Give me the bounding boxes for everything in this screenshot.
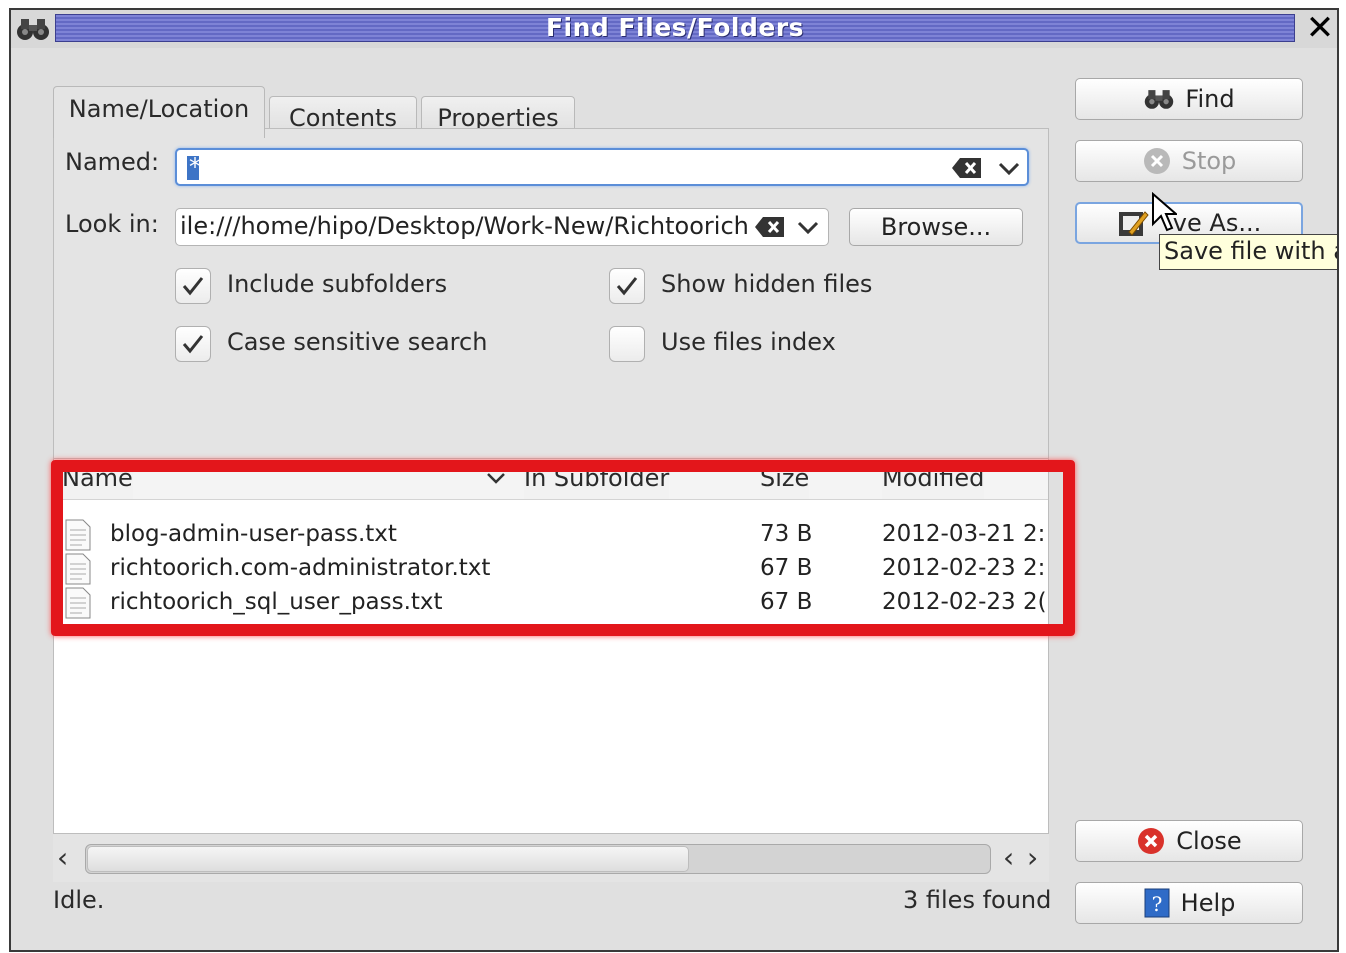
cell-modified: 2012-03-21 2:: [882, 521, 1046, 547]
cell-name: richtoorich.com-administrator.txt: [110, 555, 491, 581]
show-hidden-checkbox[interactable]: [609, 268, 645, 304]
scroll-right-arrow[interactable]: ›: [1027, 840, 1038, 876]
help-button[interactable]: ? Help: [1075, 882, 1303, 924]
checkmark-icon: [616, 277, 638, 296]
results-list[interactable]: Name In Subfolder Size Modified blog-adm…: [53, 458, 1049, 834]
column-header-name[interactable]: Name: [62, 459, 133, 499]
case-sensitive-label: Case sensitive search: [227, 328, 488, 356]
svg-text:?: ?: [1151, 892, 1162, 916]
chevron-down-icon[interactable]: [997, 158, 1021, 178]
save-as-icon: [1118, 211, 1149, 236]
include-subfolders-label: Include subfolders: [227, 270, 448, 298]
title-bar[interactable]: Find Files/Folders ✕: [11, 10, 1337, 48]
binoculars-icon: [1145, 90, 1174, 109]
scrollbar-track[interactable]: [85, 844, 991, 874]
sort-chevron-icon[interactable]: [486, 469, 506, 487]
clear-text-icon[interactable]: [951, 157, 983, 179]
checkmark-icon: [182, 335, 204, 354]
window-close-icon[interactable]: ✕: [1303, 10, 1337, 46]
cell-size: 67 B: [760, 555, 813, 581]
tab-label: Name/Location: [68, 95, 250, 123]
column-header-modified[interactable]: Modified: [882, 459, 985, 499]
binoculars-icon[interactable]: [15, 16, 51, 42]
close-button[interactable]: Close: [1075, 820, 1303, 862]
text-file-icon: [65, 587, 91, 619]
browse-label: Browse...: [880, 213, 992, 241]
save-as-label: ve As...: [1172, 209, 1262, 237]
cell-size: 73 B: [760, 521, 813, 547]
cell-size: 67 B: [760, 589, 813, 615]
close-label: Close: [1176, 827, 1242, 855]
stop-icon: [1143, 148, 1170, 174]
column-header-size[interactable]: Size: [760, 459, 810, 499]
status-left: Idle.: [53, 886, 105, 914]
clear-text-icon[interactable]: [754, 216, 786, 238]
scrollbar-thumb[interactable]: [87, 846, 689, 872]
tab-name-location[interactable]: Name/Location: [53, 86, 265, 138]
save-as-tooltip: Save file with a: [1159, 234, 1337, 270]
named-input[interactable]: *: [175, 148, 1029, 186]
include-subfolders-checkbox[interactable]: [175, 268, 211, 304]
named-value: *: [189, 153, 201, 181]
browse-button[interactable]: Browse...: [849, 208, 1023, 246]
look-in-label: Look in:: [65, 210, 159, 238]
find-button[interactable]: Find: [1075, 78, 1303, 120]
cell-modified: 2012-02-23 2(: [882, 589, 1047, 615]
use-index-label: Use files index: [661, 328, 836, 356]
text-file-icon: [65, 519, 91, 551]
window-title: Find Files/Folders: [545, 13, 805, 42]
close-circle-icon: [1138, 828, 1165, 854]
table-row[interactable]: blog-admin-user-pass.txt 73 B 2012-03-21…: [54, 517, 1048, 551]
help-label: Help: [1180, 889, 1236, 917]
column-header-subfolder[interactable]: In Subfolder: [524, 459, 670, 499]
table-row[interactable]: richtoorich.com-administrator.txt 67 B 2…: [54, 551, 1048, 585]
look-in-combobox[interactable]: ile:///home/hipo/Desktop/Work-New/Richto…: [175, 208, 829, 246]
named-label: Named:: [65, 148, 160, 176]
text-file-icon: [65, 553, 91, 585]
checkmark-icon: [182, 277, 204, 296]
cell-name: richtoorich_sql_user_pass.txt: [110, 589, 443, 615]
scroll-left-arrow-2[interactable]: ‹: [1003, 840, 1014, 876]
help-book-icon: ?: [1144, 888, 1170, 918]
look-in-value: ile:///home/hipo/Desktop/Work-New/Richto…: [180, 212, 749, 240]
stop-label: Stop: [1181, 147, 1237, 175]
scroll-left-arrow[interactable]: ‹: [57, 840, 68, 876]
use-index-checkbox[interactable]: [609, 326, 645, 362]
status-files-found: 3 files found: [903, 886, 1052, 914]
find-files-dialog: Find Files/Folders ✕ Name/Location Conte…: [9, 8, 1339, 952]
mouse-pointer-icon: [1152, 192, 1177, 232]
cell-name: blog-admin-user-pass.txt: [110, 521, 397, 547]
title-stripe: Find Files/Folders: [55, 14, 1295, 42]
case-sensitive-checkbox[interactable]: [175, 326, 211, 362]
show-hidden-label: Show hidden files: [661, 270, 873, 298]
cell-modified: 2012-02-23 2:: [882, 555, 1046, 581]
find-label: Find: [1185, 85, 1235, 113]
table-row[interactable]: richtoorich_sql_user_pass.txt 67 B 2012-…: [54, 585, 1048, 619]
stop-button[interactable]: Stop: [1075, 140, 1303, 182]
horizontal-scrollbar[interactable]: ‹ ‹ ›: [53, 834, 1049, 882]
chevron-down-icon[interactable]: [796, 217, 820, 237]
